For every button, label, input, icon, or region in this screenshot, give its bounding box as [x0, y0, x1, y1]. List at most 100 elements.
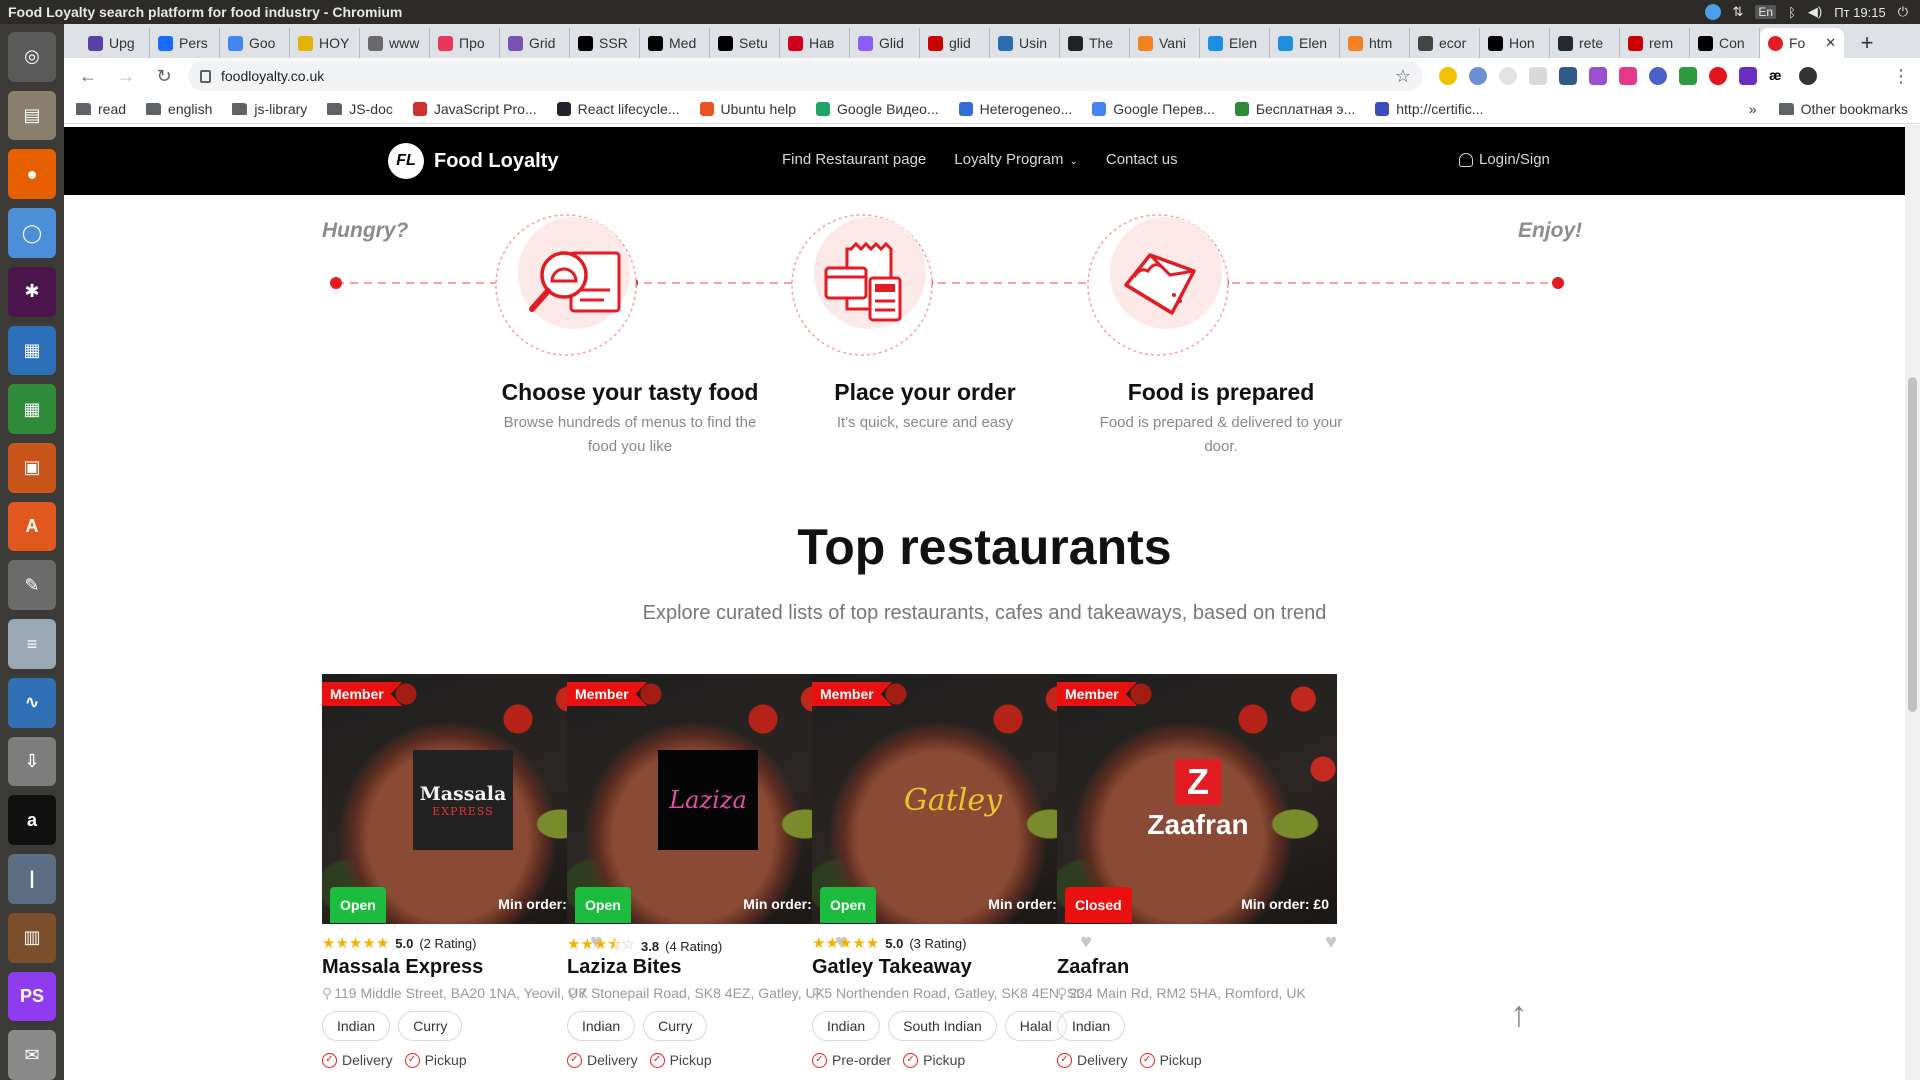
thermometer-icon[interactable]: | [8, 854, 56, 904]
slack-icon[interactable]: ✱ [8, 266, 56, 317]
back-icon[interactable]: ← [74, 62, 102, 90]
browser-tab[interactable]: HOY [290, 28, 360, 58]
extension-icon[interactable] [1469, 67, 1487, 85]
restaurant-name[interactable]: Massala Express [322, 956, 483, 979]
other-bookmarks-folder[interactable]: Other bookmarks [1778, 101, 1908, 117]
firefox-icon[interactable]: ● [8, 149, 56, 200]
browser-tab[interactable]: Setu [710, 28, 780, 58]
restaurant-image[interactable]: Member Gatley Open Min order: £35 [812, 674, 1092, 924]
bookmark-item[interactable]: js-library [232, 101, 307, 117]
bookmark-item[interactable]: Бесплатная э... [1234, 101, 1355, 117]
browser-tab[interactable]: Elen [1270, 28, 1340, 58]
browser-tab[interactable]: Pers [150, 28, 220, 58]
cuisine-tag[interactable]: Indian [1057, 1011, 1126, 1041]
browser-tab[interactable]: Elen [1200, 28, 1270, 58]
browser-tab[interactable]: Про [430, 28, 500, 58]
browser-tab[interactable]: rete [1550, 28, 1620, 58]
page-scrollbar[interactable] [1905, 125, 1920, 1080]
extension-icon[interactable] [1499, 67, 1517, 85]
extension-icon[interactable] [1709, 67, 1727, 85]
browser-tab-active[interactable]: Fo ✕ [1760, 28, 1844, 58]
extension-icon[interactable] [1589, 67, 1607, 85]
browser-tab[interactable]: Нав [780, 28, 850, 58]
impress-icon[interactable]: ▣ [8, 443, 56, 493]
browser-tab[interactable]: Hon [1480, 28, 1550, 58]
cuisine-tag[interactable]: Indian [567, 1011, 636, 1041]
cuisine-tag[interactable]: Indian [322, 1011, 391, 1041]
phpstorm-icon[interactable]: PS [8, 971, 56, 1022]
bookmark-item[interactable]: Google Видео... [816, 101, 939, 117]
telegram-icon[interactable] [1704, 4, 1721, 20]
restaurant-card[interactable]: Member Laziza Open Min order: £15 ★★★⯪☆ 3.8 (4… [567, 674, 847, 1080]
back-to-top-icon[interactable]: ↑ [1510, 993, 1528, 1035]
library-icon[interactable]: ▥ [8, 912, 56, 963]
bookmark-item[interactable]: http://certific... [1375, 101, 1483, 117]
extension-icon[interactable] [1649, 67, 1667, 85]
bookmark-star-icon[interactable]: ☆ [1395, 66, 1411, 87]
browser-tab[interactable]: SSR [570, 28, 640, 58]
restaurant-card[interactable]: Member Gatley Open Min order: £35 ★★★★★ 5.0 (3… [812, 674, 1092, 1080]
favorite-heart-icon[interactable]: ♥ [1325, 931, 1337, 954]
bookmark-item[interactable]: Ubuntu help [699, 101, 796, 117]
browser-tab[interactable]: ecor [1410, 28, 1480, 58]
lock-icon[interactable] [200, 69, 211, 83]
keyboard-layout[interactable]: En [1755, 5, 1777, 19]
network-icon[interactable]: ⇅ [1733, 4, 1744, 20]
restaurant-image[interactable]: Member Z Zaafran Closed Min order: £0 [1057, 674, 1337, 924]
extension-icon[interactable] [1529, 67, 1547, 85]
bookmark-item[interactable]: english [146, 101, 212, 117]
extension-icon[interactable]: æ [1769, 67, 1787, 85]
installer-icon[interactable]: ⇩ [8, 736, 56, 787]
extension-icon[interactable] [1439, 67, 1457, 85]
calc-icon[interactable]: ▦ [8, 384, 56, 435]
browser-tab[interactable]: www [360, 28, 430, 58]
browser-tab[interactable]: Usin [990, 28, 1060, 58]
amazon-icon[interactable]: a [8, 795, 56, 846]
scrollbar-thumb[interactable] [1908, 377, 1917, 712]
cuisine-tag[interactable]: South Indian [888, 1011, 997, 1041]
files-icon[interactable]: ▤ [8, 90, 56, 141]
bookmark-item[interactable]: Heterogeneo... [958, 101, 1072, 117]
extension-icon[interactable] [1739, 67, 1757, 85]
browser-tab[interactable]: Vani [1130, 28, 1200, 58]
bookmark-item[interactable]: Google Перев... [1092, 101, 1215, 117]
chrome-menu-icon[interactable]: ⋮ [1892, 66, 1910, 87]
bookmark-item[interactable]: read [76, 101, 126, 117]
cuisine-tag[interactable]: Curry [398, 1011, 463, 1041]
volume-icon[interactable]: ◀) [1808, 4, 1822, 20]
bookmark-item[interactable]: JS-doc [327, 101, 393, 117]
restaurant-card[interactable]: Member Massala EXPRESS Open Min order: £20 ★★… [322, 674, 602, 1080]
browser-tab[interactable]: Grid [500, 28, 570, 58]
system-settings-icon[interactable]: ✎ [8, 560, 56, 611]
browser-tab[interactable]: rem [1620, 28, 1690, 58]
bookmark-item[interactable]: JavaScript Pro... [412, 101, 537, 117]
cuisine-tag[interactable]: Indian [812, 1011, 881, 1041]
power-icon[interactable]: ⏻ [1898, 4, 1908, 20]
browser-tab[interactable]: Con [1690, 28, 1760, 58]
browser-tab[interactable]: htm [1340, 28, 1410, 58]
restaurant-name[interactable]: Gatley Takeaway [812, 956, 972, 979]
extension-icon[interactable] [1559, 67, 1577, 85]
restaurant-name[interactable]: Zaafran [1057, 956, 1129, 979]
reload-icon[interactable]: ↻ [150, 62, 178, 90]
extension-icon[interactable] [1679, 67, 1697, 85]
browser-tab[interactable]: glid [920, 28, 990, 58]
new-tab-icon[interactable]: + [1852, 28, 1882, 58]
browser-tab[interactable]: Glid [850, 28, 920, 58]
extension-icon[interactable] [1619, 67, 1637, 85]
browser-tab[interactable]: Med [640, 28, 710, 58]
forward-icon[interactable]: → [112, 62, 140, 90]
software-center-icon[interactable]: A [8, 501, 56, 552]
address-bar[interactable]: foodloyalty.co.uk ☆ [188, 61, 1423, 91]
bookmarks-overflow-button[interactable]: » [1749, 101, 1757, 117]
browser-tab[interactable]: Goo [220, 28, 290, 58]
browser-tab[interactable]: The [1060, 28, 1130, 58]
clock[interactable]: Пт 19:15 [1834, 5, 1885, 20]
text-editor-icon[interactable]: ≡ [8, 619, 56, 669]
bookmark-item[interactable]: React lifecycle... [556, 101, 680, 117]
restaurant-image[interactable]: Member Laziza Open Min order: £15 [567, 674, 847, 924]
notes-icon[interactable]: ✉ [8, 1030, 56, 1080]
system-monitor-icon[interactable]: ∿ [8, 677, 56, 728]
profile-avatar[interactable] [1799, 67, 1817, 85]
browser-tab[interactable]: Upg [80, 28, 150, 58]
